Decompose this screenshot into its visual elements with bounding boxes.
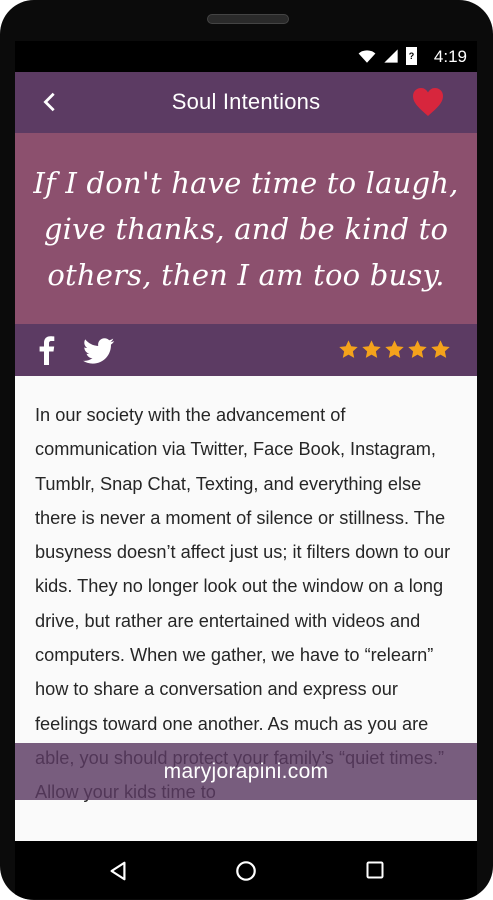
status-bar: ? 4:19 bbox=[15, 41, 477, 72]
speaker-grille bbox=[207, 14, 289, 24]
star-icon[interactable] bbox=[407, 339, 428, 360]
quote-text: If I don't have time to laugh, give than… bbox=[33, 165, 459, 292]
nav-back-icon[interactable] bbox=[107, 860, 129, 882]
phone-frame: ? 4:19 Soul Intentions If I don't have t… bbox=[0, 0, 493, 900]
wifi-icon bbox=[358, 50, 376, 63]
footer-banner[interactable]: maryjorapini.com bbox=[15, 743, 477, 800]
status-time: 4:19 bbox=[433, 47, 467, 66]
share-bar bbox=[15, 324, 477, 376]
star-icon[interactable] bbox=[384, 339, 405, 360]
star-icon[interactable] bbox=[338, 339, 359, 360]
nav-home-icon[interactable] bbox=[235, 860, 257, 882]
footer-site-link[interactable]: maryjorapini.com bbox=[164, 760, 329, 784]
nav-bar bbox=[15, 841, 477, 899]
screen: ? 4:19 Soul Intentions If I don't have t… bbox=[15, 41, 477, 841]
app-bar: Soul Intentions bbox=[15, 72, 477, 133]
twitter-icon[interactable] bbox=[83, 338, 115, 364]
heart-icon[interactable] bbox=[412, 87, 444, 117]
rating-stars[interactable] bbox=[338, 339, 451, 360]
page-title: Soul Intentions bbox=[171, 89, 321, 114]
star-icon[interactable] bbox=[430, 339, 451, 360]
facebook-icon[interactable] bbox=[35, 335, 57, 365]
quote-panel: If I don't have time to laugh, give than… bbox=[15, 133, 477, 324]
star-icon[interactable] bbox=[361, 339, 382, 360]
battery-icon: ? bbox=[406, 47, 417, 65]
status-icons: ? bbox=[358, 47, 417, 65]
nav-recent-icon[interactable] bbox=[365, 860, 385, 880]
battery-indicator: ? bbox=[408, 51, 415, 61]
signal-icon bbox=[384, 49, 398, 63]
